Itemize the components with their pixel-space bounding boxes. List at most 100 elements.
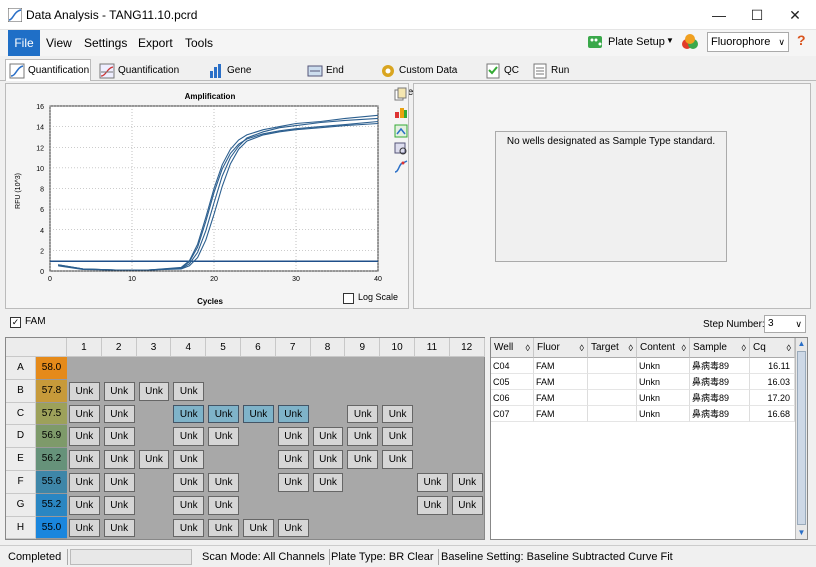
zoom-chart-icon[interactable] (394, 142, 408, 156)
column-header[interactable]: 6 (241, 338, 276, 357)
plate-well[interactable]: Unk (103, 518, 135, 538)
scroll-up-icon[interactable]: ▲ (796, 338, 807, 350)
table-cell[interactable]: C04 (491, 358, 534, 374)
column-header-well[interactable]: Well ◊ (491, 338, 534, 358)
tab-qc[interactable]: QC (481, 59, 524, 81)
plate-well[interactable]: Unk (173, 404, 205, 424)
table-cell[interactable]: 16.03 (750, 374, 795, 390)
sort-icon[interactable]: ◊ (580, 338, 584, 358)
table-cell[interactable]: FAM (534, 374, 588, 390)
table-cell[interactable]: 16.11 (750, 358, 795, 374)
plate-well[interactable]: Unk (208, 518, 239, 538)
plate-corner[interactable] (6, 338, 67, 357)
plate-well[interactable]: Unk (347, 404, 379, 424)
plate-well[interactable]: Unk (312, 427, 344, 447)
column-header-content[interactable]: Content ◊ (637, 338, 690, 358)
plate-well[interactable]: Unk (103, 450, 135, 469)
row-header[interactable]: D (6, 425, 36, 449)
tab-end-point[interactable]: End Point (303, 59, 371, 98)
table-cell[interactable]: Unkn (637, 406, 690, 422)
plate-well[interactable]: Unk (103, 381, 135, 401)
menu-tools[interactable]: Tools (179, 34, 219, 52)
plate-well[interactable]: Unk (208, 495, 239, 515)
minimize-button[interactable]: — (700, 0, 738, 30)
plate-well[interactable]: Unk (312, 473, 344, 492)
plate-well[interactable]: Unk (382, 427, 413, 447)
plate-well[interactable]: Unk (138, 450, 170, 469)
table-cell[interactable]: C05 (491, 374, 534, 390)
table-cell[interactable]: 鼻病毒89 (690, 358, 750, 374)
table-cell[interactable]: C07 (491, 406, 534, 422)
column-header[interactable]: 4 (171, 338, 207, 357)
plate-well[interactable]: Unk (103, 495, 135, 515)
table-cell[interactable] (588, 406, 637, 422)
plate-well[interactable]: Unk (69, 381, 100, 401)
plate-setup-button[interactable]: Plate Setup (608, 32, 665, 52)
plate-well[interactable]: Unk (173, 473, 205, 492)
table-cell[interactable]: FAM (534, 390, 588, 406)
plate-well[interactable]: Unk (69, 427, 100, 447)
column-header[interactable]: 11 (415, 338, 450, 357)
help-icon[interactable]: ? (797, 32, 806, 48)
table-cell[interactable]: C06 (491, 390, 534, 406)
plate-well[interactable]: Unk (69, 495, 100, 515)
tab-quantification-data[interactable]: Quantification Data (95, 59, 199, 98)
column-header-fluor[interactable]: Fluor ◊ (534, 338, 588, 358)
chart-bar-color-icon[interactable] (394, 105, 408, 119)
column-header-sample[interactable]: Sample ◊ (690, 338, 750, 358)
vertical-scrollbar[interactable]: ▲ ▼ (795, 338, 807, 539)
table-cell[interactable]: 鼻病毒89 (690, 374, 750, 390)
table-cell[interactable]: Unkn (637, 358, 690, 374)
step-number-dropdown[interactable]: 3 ∨ (764, 315, 806, 333)
plate-well[interactable]: Unk (208, 473, 239, 492)
table-cell[interactable]: FAM (534, 406, 588, 422)
column-header-cq[interactable]: Cq ◊ (750, 338, 795, 358)
row-header[interactable]: B (6, 379, 36, 403)
tab-quantification[interactable]: Quantification (5, 59, 91, 81)
plate-well[interactable]: Unk (312, 450, 344, 469)
plate-well[interactable]: Unk (417, 495, 448, 515)
column-header[interactable]: 9 (345, 338, 381, 357)
table-cell[interactable]: 鼻病毒89 (690, 406, 750, 422)
plate-well[interactable]: Unk (69, 450, 100, 469)
scroll-thumb[interactable] (797, 351, 806, 525)
table-cell[interactable] (588, 374, 637, 390)
plate-well[interactable]: Unk (451, 495, 483, 515)
sort-icon[interactable]: ◊ (682, 338, 686, 358)
plate-well[interactable]: Unk (208, 427, 239, 447)
chevron-down-icon[interactable]: ▼ (666, 36, 674, 45)
column-header[interactable]: 7 (275, 338, 311, 357)
plate-well[interactable]: Unk (277, 473, 309, 492)
plate-well[interactable]: Unk (277, 450, 309, 469)
table-cell[interactable]: 17.20 (750, 390, 795, 406)
plate-well[interactable]: Unk (451, 473, 483, 492)
plate-well[interactable]: Unk (173, 495, 205, 515)
table-cell[interactable] (588, 358, 637, 374)
plate-well[interactable]: Unk (69, 473, 100, 492)
fam-checkbox[interactable]: ✓ (10, 317, 21, 328)
sort-icon[interactable]: ◊ (787, 338, 791, 358)
plate-well[interactable]: Unk (277, 404, 309, 424)
table-cell[interactable]: Unkn (637, 390, 690, 406)
plate-well[interactable]: Unk (243, 518, 274, 538)
maximize-button[interactable]: ☐ (738, 0, 776, 30)
sort-icon[interactable]: ◊ (629, 338, 633, 358)
plate-well[interactable]: Unk (277, 427, 309, 447)
sort-icon[interactable]: ◊ (526, 338, 530, 358)
scroll-down-icon[interactable]: ▼ (796, 527, 807, 539)
tab-gene-expression[interactable]: Gene Expression (204, 59, 298, 98)
tab-custom-data-view[interactable]: Custom Data View (376, 59, 476, 98)
menu-view[interactable]: View (40, 34, 78, 52)
sort-icon[interactable]: ◊ (742, 338, 746, 358)
menu-file[interactable]: File (8, 30, 40, 56)
column-header[interactable]: 8 (310, 338, 346, 357)
plate-well[interactable]: Unk (347, 427, 379, 447)
table-cell[interactable]: 鼻病毒89 (690, 390, 750, 406)
plate-well[interactable]: Unk (138, 381, 170, 401)
column-header[interactable]: 1 (67, 338, 102, 357)
column-header[interactable]: 12 (449, 338, 485, 357)
plate-well[interactable]: Unk (173, 427, 205, 447)
row-header[interactable]: A (6, 357, 36, 380)
plate-well[interactable]: Unk (69, 518, 100, 538)
plate-well[interactable]: Unk (277, 518, 309, 538)
